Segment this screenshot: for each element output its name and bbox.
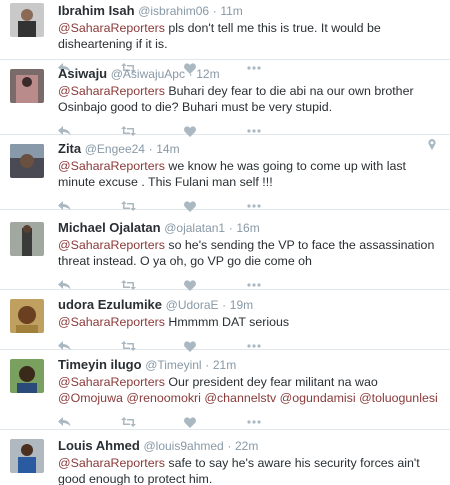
mention-link[interactable]: @renoomokri: [126, 391, 201, 405]
avatar[interactable]: [10, 439, 44, 473]
timestamp[interactable]: 16m: [236, 221, 259, 235]
like-button[interactable]: [184, 413, 247, 431]
separator: ·: [212, 4, 217, 18]
location-pin-icon[interactable]: [428, 139, 436, 150]
separator: ·: [227, 439, 232, 453]
timestamp[interactable]: 21m: [213, 358, 236, 372]
more-icon: [247, 283, 261, 287]
mention-link[interactable]: @channelstv: [204, 391, 276, 405]
separator: ·: [222, 298, 227, 312]
user-name[interactable]: Michael Ojalatan: [58, 220, 161, 235]
mention-link[interactable]: @SaharaReporters: [58, 21, 165, 35]
avatar[interactable]: [10, 222, 44, 256]
tweet-text: @SaharaReporters Hmmmm DAT serious: [58, 314, 440, 330]
separator: ·: [205, 358, 210, 372]
separator: ·: [148, 142, 153, 156]
tweet-item[interactable]: Louis Ahmed @louis9ahmed · 22m @SaharaRe…: [0, 430, 450, 485]
tweet-header: Ibrahim Isah @isbrahim06 · 11m: [58, 3, 440, 19]
user-name[interactable]: Timeyin ilugo: [58, 357, 142, 372]
user-handle[interactable]: @UdoraE: [166, 298, 219, 312]
mention-link[interactable]: @Omojuwa: [58, 391, 123, 405]
tweet-item[interactable]: Timeyin ilugo @Timeyinl · 21m @SaharaRep…: [0, 350, 450, 430]
tweet-body: Hmmmm DAT serious: [164, 315, 290, 329]
tweet-header: Michael Ojalatan @ojalatan1 · 16m: [58, 220, 440, 236]
avatar[interactable]: [10, 299, 44, 333]
reply-button[interactable]: [58, 413, 121, 431]
avatar[interactable]: [10, 144, 44, 178]
mention-link[interactable]: @SaharaReporters: [58, 159, 165, 173]
tweet-text: @SaharaReporters so he's sending the VP …: [58, 237, 440, 269]
user-handle[interactable]: @isbrahim06: [138, 4, 209, 18]
tweet-header: Timeyin ilugo @Timeyinl · 21m: [58, 357, 440, 373]
retweet-icon: [121, 417, 136, 427]
timestamp[interactable]: 19m: [230, 298, 253, 312]
timestamp[interactable]: 22m: [235, 439, 258, 453]
separator: ·: [188, 67, 193, 81]
tweet-text: @SaharaReporters we know he was going to…: [58, 158, 440, 190]
tweet-item[interactable]: Asiwaju @AsiwajuApc · 12m @SaharaReporte…: [0, 60, 450, 137]
tweet-header: Louis Ahmed @louis9ahmed · 22m: [58, 438, 440, 454]
tweet-text: @SaharaReporters pls don't tell me this …: [58, 20, 440, 52]
tweet-item[interactable]: udora Ezulumike @UdoraE · 19m @SaharaRep…: [0, 290, 450, 352]
mention-link[interactable]: @toluogunlesi: [359, 391, 438, 405]
tweet-item[interactable]: Zita @Engee24 · 14m @SaharaReporters we …: [0, 135, 450, 212]
avatar[interactable]: [10, 3, 44, 37]
more-icon: [247, 344, 261, 348]
user-name[interactable]: Asiwaju: [58, 66, 107, 81]
mention-link[interactable]: @SaharaReporters: [58, 456, 165, 470]
mention-link[interactable]: @ogundamisi: [280, 391, 356, 405]
more-icon: [247, 129, 261, 133]
heart-icon: [184, 416, 196, 428]
more-icon: [247, 204, 261, 208]
more-icon: [247, 420, 261, 424]
user-name[interactable]: udora Ezulumike: [58, 297, 162, 312]
more-button[interactable]: [247, 413, 310, 431]
mention-link[interactable]: @SaharaReporters: [58, 238, 165, 252]
tweet-body: Our president dey fear militant na wao: [164, 375, 378, 389]
tweet-text: @SaharaReporters safe to say he's aware …: [58, 455, 440, 485]
user-name[interactable]: Ibrahim Isah: [58, 3, 135, 18]
user-handle[interactable]: @Timeyinl: [145, 358, 201, 372]
timestamp[interactable]: 14m: [156, 142, 179, 156]
timestamp[interactable]: 12m: [196, 67, 219, 81]
separator: ·: [228, 221, 233, 235]
retweet-button[interactable]: [121, 413, 184, 431]
tweet-feed: Ibrahim Isah @isbrahim06 · 11m @SaharaRe…: [0, 0, 450, 485]
tweet-item[interactable]: Michael Ojalatan @ojalatan1 · 16m @Sahar…: [0, 210, 450, 291]
tweet-header: udora Ezulumike @UdoraE · 19m: [58, 297, 440, 313]
tweet-text: @SaharaReporters Buhari dey fear to die …: [58, 83, 440, 115]
reply-icon: [58, 417, 71, 427]
user-name[interactable]: Louis Ahmed: [58, 438, 140, 453]
tweet-header: Asiwaju @AsiwajuApc · 12m: [58, 66, 440, 82]
retweet-icon: [121, 280, 136, 290]
user-handle[interactable]: @ojalatan1: [164, 221, 225, 235]
mention-link[interactable]: @SaharaReporters: [58, 315, 165, 329]
reply-icon: [58, 280, 71, 290]
avatar[interactable]: [10, 69, 44, 103]
user-handle[interactable]: @louis9ahmed: [143, 439, 223, 453]
user-handle[interactable]: @Engee24: [85, 142, 145, 156]
tweet-text: @SaharaReporters Our president dey fear …: [58, 374, 440, 406]
tweet-header: Zita @Engee24 · 14m: [58, 141, 440, 157]
mention-link[interactable]: @SaharaReporters: [58, 375, 165, 389]
mention-link[interactable]: @SaharaReporters: [58, 84, 165, 98]
user-handle[interactable]: @AsiwajuApc: [111, 67, 185, 81]
tweet-item[interactable]: Ibrahim Isah @isbrahim06 · 11m @SaharaRe…: [0, 0, 450, 74]
avatar[interactable]: [10, 359, 44, 393]
user-name[interactable]: Zita: [58, 141, 81, 156]
heart-icon: [184, 279, 196, 291]
timestamp[interactable]: 11m: [220, 4, 242, 18]
